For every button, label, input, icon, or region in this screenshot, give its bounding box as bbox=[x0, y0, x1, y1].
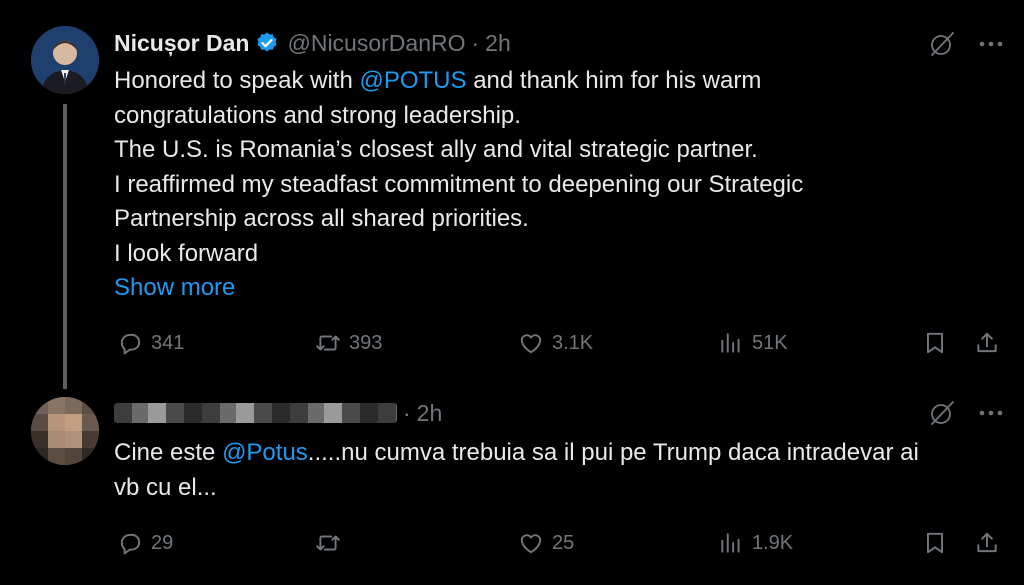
main-tweet[interactable]: Nicușor Dan @NicusorDanRO · 2h Honored t… bbox=[0, 0, 1024, 392]
repost-icon bbox=[316, 535, 340, 551]
bookmark-button[interactable] bbox=[922, 326, 956, 360]
views-button[interactable]: 51K bbox=[718, 326, 788, 360]
like-button[interactable]: 3.1K bbox=[518, 326, 593, 360]
tweet-text-line: congratulations and strong leadership. bbox=[114, 101, 521, 129]
like-icon bbox=[520, 334, 542, 354]
tweet-text-line: I look forward bbox=[114, 239, 259, 267]
verified-badge-icon bbox=[257, 32, 278, 52]
reply-count: 341 bbox=[151, 331, 185, 354]
bookmark-icon bbox=[926, 332, 944, 354]
repost-button[interactable] bbox=[315, 526, 349, 560]
like-icon bbox=[520, 534, 542, 554]
grok-icon[interactable] bbox=[928, 30, 956, 58]
mention-link[interactable]: @Potus bbox=[222, 439, 308, 466]
repost-icon bbox=[316, 335, 340, 351]
grok-icon[interactable] bbox=[928, 399, 956, 427]
mention-link[interactable]: @POTUS bbox=[359, 67, 466, 94]
reply-text: Cine este @Potus.....nu cumva trebuia sa… bbox=[114, 436, 1004, 505]
reply-time[interactable]: 2h bbox=[417, 400, 443, 427]
more-icon[interactable] bbox=[978, 408, 1004, 418]
show-more-link[interactable]: Show more bbox=[114, 271, 994, 306]
tweet-text-line: and thank him for his warm bbox=[466, 67, 762, 94]
bookmark-icon bbox=[926, 532, 944, 554]
reply-count: 29 bbox=[151, 531, 174, 554]
reply-top-actions bbox=[928, 399, 1004, 427]
author-avatar[interactable] bbox=[31, 26, 99, 94]
reply-button[interactable]: 29 bbox=[117, 526, 173, 560]
like-button[interactable]: 25 bbox=[518, 526, 574, 560]
bookmark-button[interactable] bbox=[922, 526, 956, 560]
reply-header: · 2h bbox=[114, 398, 442, 428]
tweet-text-line: Honored to speak with bbox=[114, 67, 360, 94]
tweet-text: Honored to speak with @POTUS and thank h… bbox=[114, 64, 994, 306]
more-icon[interactable] bbox=[978, 39, 1004, 49]
reply-button[interactable]: 341 bbox=[117, 326, 184, 360]
tweet-text-line: Partnership across all shared priorities… bbox=[114, 205, 529, 232]
views-icon bbox=[721, 333, 740, 353]
repost-button[interactable]: 393 bbox=[315, 326, 382, 360]
blurred-author-name[interactable] bbox=[114, 403, 397, 423]
share-icon bbox=[977, 532, 997, 553]
views-icon bbox=[721, 533, 740, 553]
reply-avatar[interactable] bbox=[31, 397, 99, 465]
tweet-actions: 341 393 3.1K 51K bbox=[0, 326, 1024, 360]
reply-icon bbox=[120, 533, 141, 555]
reply-tweet[interactable]: · 2h Cine este @Potus.....nu cumva trebu… bbox=[0, 392, 1024, 585]
reply-text-line: .....nu cumva trebuia sa il pui pe Trump… bbox=[307, 439, 919, 466]
tweet-time[interactable]: 2h bbox=[485, 30, 511, 57]
reply-icon bbox=[120, 333, 141, 355]
tweet-text-line: I reaffirmed my steadfast commitment to … bbox=[114, 170, 804, 198]
author-handle[interactable]: @NicusorDanRO bbox=[287, 30, 465, 57]
views-button[interactable]: 1.9K bbox=[718, 526, 793, 560]
like-count: 3.1K bbox=[552, 331, 594, 354]
tweet-header: Nicușor Dan @NicusorDanRO · 2h bbox=[114, 28, 511, 58]
tweet-text-line: The U.S. is Romania’s closest ally and v… bbox=[114, 136, 758, 163]
share-button[interactable] bbox=[974, 326, 1008, 360]
tweet-top-actions bbox=[928, 30, 1004, 58]
reply-actions: 29 25 1.9K bbox=[0, 526, 1024, 560]
views-count: 51K bbox=[752, 331, 788, 354]
repost-count: 393 bbox=[349, 331, 383, 354]
views-count: 1.9K bbox=[752, 531, 794, 554]
share-button[interactable] bbox=[974, 526, 1008, 560]
separator-dot: · bbox=[471, 29, 480, 56]
reply-text-line: vb cu el... bbox=[114, 473, 217, 501]
separator-dot: · bbox=[403, 399, 411, 426]
reply-text-line: Cine este bbox=[114, 439, 223, 466]
share-icon bbox=[977, 332, 997, 353]
like-count: 25 bbox=[552, 531, 575, 554]
author-name[interactable]: Nicușor Dan bbox=[114, 30, 249, 57]
